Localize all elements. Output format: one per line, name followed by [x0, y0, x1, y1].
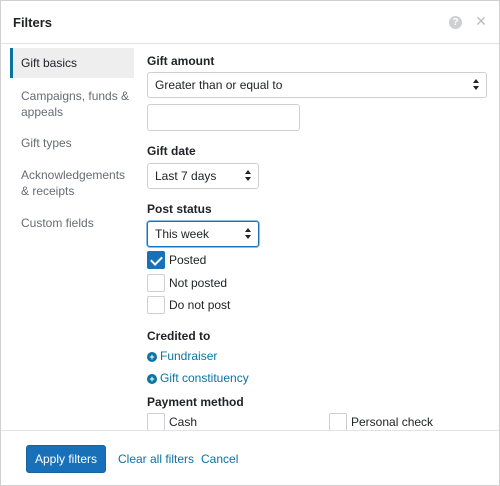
post-status-label: Post status — [147, 202, 212, 216]
add-fundraiser-link[interactable]: + Fundraiser — [147, 349, 217, 363]
not-posted-checkbox[interactable] — [147, 274, 165, 292]
close-icon[interactable]: × — [473, 12, 489, 30]
payment-method-label: Payment method — [147, 395, 244, 409]
dialog-header: Filters ? × — [1, 1, 499, 44]
credited-to-label: Credited to — [147, 329, 211, 343]
gift-amount-operator-select[interactable]: Greater than or equal to — [147, 72, 487, 98]
sidebar-item-gift-types[interactable]: Gift types — [10, 135, 134, 151]
post-status-date-value: This week — [155, 227, 210, 241]
select-caret-icon — [473, 79, 480, 91]
plus-circle-icon: + — [147, 374, 157, 384]
gift-amount-label: Gift amount — [147, 54, 215, 68]
add-gift-constituency-link[interactable]: + Gift constituency — [147, 371, 249, 385]
help-icon[interactable]: ? — [449, 16, 462, 29]
not-posted-checkbox-label: Not posted — [169, 276, 228, 290]
filter-category-sidebar: Gift basics Campaigns, funds & appeals G… — [1, 44, 135, 430]
personal-check-checkbox[interactable] — [329, 413, 347, 430]
gift-date-value: Last 7 days — [155, 169, 217, 183]
posted-checkbox[interactable] — [147, 251, 165, 269]
personal-check-checkbox-label: Personal check — [351, 415, 434, 429]
add-gift-constituency-label: Gift constituency — [160, 371, 249, 385]
sidebar-item-custom-fields[interactable]: Custom fields — [10, 215, 134, 231]
gift-amount-operator-value: Greater than or equal to — [155, 78, 283, 92]
filters-dialog: Filters ? × Gift basics Campaigns, funds… — [0, 0, 500, 486]
apply-filters-button[interactable]: Apply filters — [26, 445, 106, 473]
cash-checkbox[interactable] — [147, 413, 165, 430]
dialog-footer: Apply filters Clear all filters Cancel — [1, 430, 499, 485]
select-caret-icon — [245, 170, 252, 182]
do-not-post-checkbox-label: Do not post — [169, 298, 231, 312]
sidebar-item-campaigns-funds-appeals[interactable]: Campaigns, funds & appeals — [10, 88, 130, 120]
gift-date-select[interactable]: Last 7 days — [147, 163, 259, 189]
gift-amount-input[interactable] — [147, 104, 300, 131]
sidebar-item-acknowledgements-receipts[interactable]: Acknowledgements & receipts — [10, 167, 132, 199]
posted-checkbox-label: Posted — [169, 253, 207, 267]
add-fundraiser-label: Fundraiser — [160, 349, 218, 363]
filter-content: Gift amount Greater than or equal to Gif… — [136, 44, 498, 430]
gift-date-label: Gift date — [147, 144, 196, 158]
select-caret-icon — [245, 228, 252, 240]
sidebar-item-gift-basics[interactable]: Gift basics — [10, 48, 134, 78]
post-status-date-select[interactable]: This week — [147, 221, 259, 247]
cash-checkbox-label: Cash — [169, 415, 198, 429]
dialog-title: Filters — [13, 15, 53, 30]
plus-circle-icon: + — [147, 352, 157, 362]
cancel-button[interactable]: Cancel — [201, 452, 238, 466]
clear-all-filters-button[interactable]: Clear all filters — [118, 452, 194, 466]
do-not-post-checkbox[interactable] — [147, 296, 165, 314]
